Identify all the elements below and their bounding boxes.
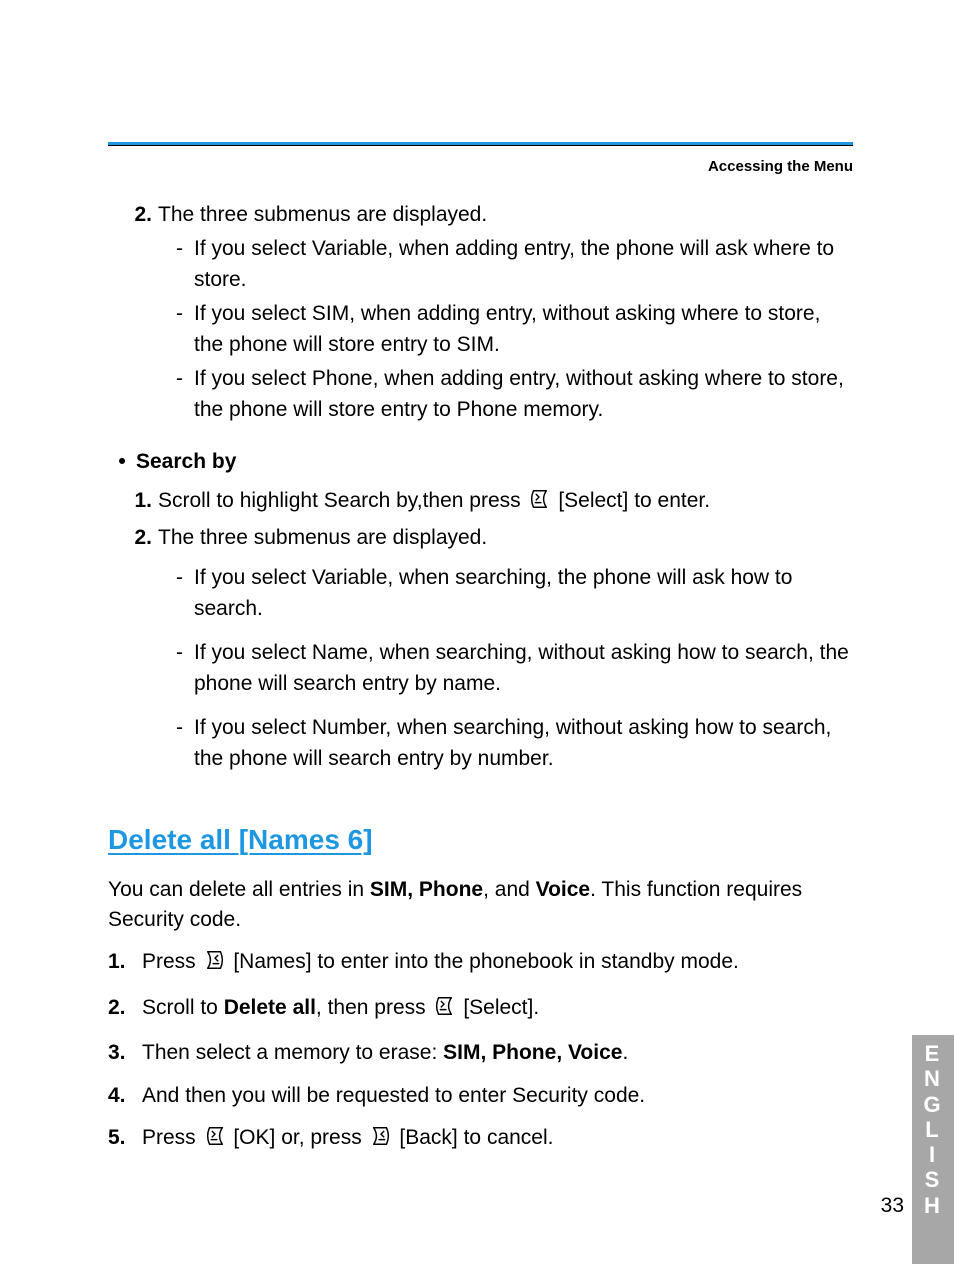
sub-item: -If you select Number, when searching, w… [176,713,853,774]
softkey-right-icon [370,1125,392,1156]
list-item: 5. Press [OK] or, press [Back] to cancel… [108,1123,853,1156]
section-heading-delete-all: Delete all [Names 6] [108,820,853,861]
list-number: 2. [108,523,158,553]
softkey-left-icon [204,1125,226,1156]
header-rule-shadow [108,145,853,146]
search-by-title: Search by [136,447,236,477]
header-section-title: Accessing the Menu [708,158,853,175]
softkey-left-icon [433,995,455,1026]
list-body: Scroll to highlight Search by,then press… [158,486,853,519]
intro-paragraph: You can delete all entries in SIM, Phone… [108,875,853,936]
sub-item: -If you select Phone, when adding entry,… [176,364,853,425]
list-item: 2. The three submenus are displayed. [108,523,853,553]
list-item: 1. Scroll to highlight Search by,then pr… [108,486,853,519]
list-item: 1. Press [Names] to enter into the phone… [108,947,853,980]
softkey-right-icon [204,949,226,980]
list-number: 1. [108,486,158,519]
list-number: 2. [108,200,158,230]
softkey-left-icon [528,488,550,519]
list-item: 4. And then you will be requested to ent… [108,1081,853,1111]
list-item: 2. The three submenus are displayed. [108,200,853,230]
page-number: 33 [881,1194,904,1218]
list-body: The three submenus are displayed. [158,523,853,553]
list-item: 3. Then select a memory to erase: SIM, P… [108,1038,853,1068]
sub-item: -If you select SIM, when adding entry, w… [176,299,853,360]
list-item: 2. Scroll to Delete all, then press [Sel… [108,993,853,1026]
language-tab: E N G L I S H [912,1035,954,1226]
sub-item: -If you select Variable, when searching,… [176,563,853,624]
bullet-heading: • Search by [108,447,853,477]
page-content: 2. The three submenus are displayed. -If… [108,200,853,1169]
sub-item: -If you select Variable, when adding ent… [176,234,853,295]
list-body: The three submenus are displayed. [158,200,853,230]
sub-item: -If you select Name, when searching, wit… [176,638,853,699]
